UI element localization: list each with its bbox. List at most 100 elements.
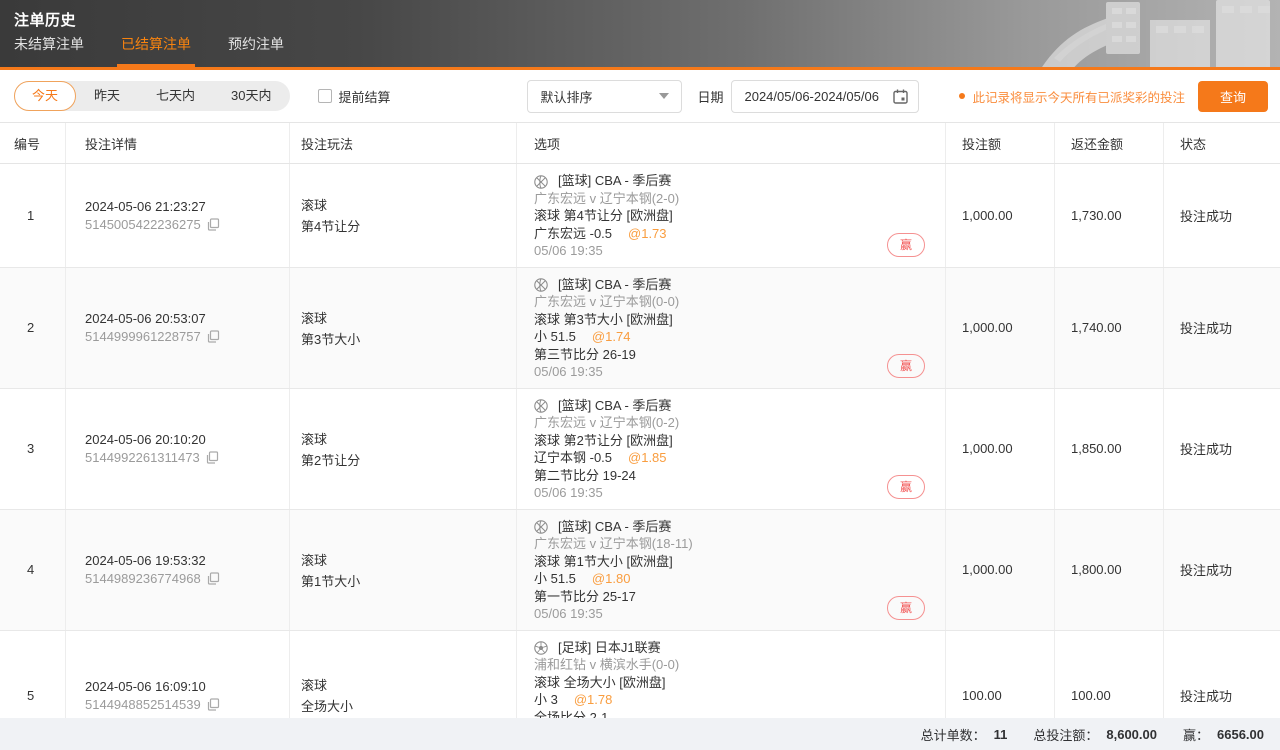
tab-1[interactable]: 已结算注单 [121, 25, 191, 67]
odds-value: @1.78 [574, 691, 613, 709]
league-name: [篮球] CBA - 季后赛 [558, 172, 671, 190]
sort-dropdown-value: 默认排序 [540, 87, 592, 106]
range-pill-1[interactable]: 昨天 [76, 81, 138, 111]
col-header-return: 返还金额 [1055, 123, 1164, 163]
league-name: [篮球] CBA - 季后赛 [558, 518, 671, 536]
soccer-icon [534, 641, 548, 655]
range-pill-3[interactable]: 30天内 [213, 81, 289, 111]
market-name: 滚球 第3节大小 [欧洲盘] [534, 311, 945, 329]
order-id: 5144992261311473 [85, 450, 200, 465]
market-name: 滚球 第1节大小 [欧洲盘] [534, 553, 945, 571]
sort-dropdown[interactable]: 默认排序 [527, 80, 682, 113]
play-type-sub: 第3节大小 [301, 329, 516, 348]
league-name: [足球] 日本J1联赛 [558, 639, 661, 657]
tab-0[interactable]: 未结算注单 [14, 25, 84, 67]
event-time: 05/06 19:35 [534, 242, 945, 260]
odds-value: @1.80 [592, 570, 631, 588]
stake-amount: 1,000.00 [946, 389, 1055, 509]
col-header-play: 投注玩法 [290, 123, 517, 163]
tab-2[interactable]: 预约注单 [228, 25, 284, 67]
filter-bar: 今天昨天七天内30天内 提前结算 默认排序 日期 2024/05/06-2024… [0, 70, 1280, 122]
market-name: 滚球 全场大小 [欧洲盘] [534, 674, 945, 692]
play-type-cell: 滚球 第3节大小 [290, 268, 517, 388]
option-cell: [篮球] CBA - 季后赛 广东宏远 v 辽宁本钢(0-0) 滚球 第3节大小… [517, 268, 946, 388]
play-type-sub: 第2节让分 [301, 450, 516, 469]
status-text: 投注成功 [1164, 164, 1280, 267]
market-name: 滚球 第2节让分 [欧洲盘] [534, 432, 945, 450]
play-type-sub: 全场大小 [301, 696, 516, 715]
query-button[interactable]: 查询 [1198, 81, 1268, 112]
col-header-option: 选项 [517, 123, 946, 163]
play-type-sub: 第1节大小 [301, 571, 516, 590]
notice-text: 此记录将显示今天所有已派奖彩的投注 [972, 87, 1185, 106]
option-cell: [篮球] CBA - 季后赛 广东宏远 v 辽宁本钢(0-2) 滚球 第2节让分… [517, 389, 946, 509]
date-range-pills: 今天昨天七天内30天内 [14, 81, 290, 111]
basketball-icon [534, 175, 548, 189]
league-name: [篮球] CBA - 季后赛 [558, 276, 671, 294]
market-name: 滚球 第4节让分 [欧洲盘] [534, 207, 945, 225]
match-teams: 广东宏远 v 辽宁本钢(0-0) [534, 293, 945, 311]
win-badge: 赢 [887, 354, 925, 378]
selection-name: 小 51.5 [534, 328, 576, 346]
table-row: 3 2024-05-06 20:10:20 5144992261311473 滚… [0, 389, 1280, 510]
return-amount: 1,800.00 [1055, 510, 1164, 630]
date-range-input[interactable]: 2024/05/06-2024/05/06 [731, 80, 919, 113]
early-settle-checkbox[interactable] [318, 89, 332, 103]
selection-name: 辽宁本钢 -0.5 [534, 449, 612, 467]
play-type-main: 滚球 [301, 550, 516, 569]
play-type-main: 滚球 [301, 429, 516, 448]
order-id: 5144999961228757 [85, 329, 201, 344]
score-line: 第三节比分 26-19 [534, 346, 945, 364]
copy-icon[interactable] [207, 698, 220, 711]
total-stake-value: 8,600.00 [1106, 727, 1157, 742]
event-time: 05/06 19:35 [534, 605, 945, 623]
league-name: [篮球] CBA - 季后赛 [558, 397, 671, 415]
table-body: 1 2024-05-06 21:23:27 5145005422236275 滚… [0, 164, 1280, 750]
selection-name: 广东宏远 -0.5 [534, 225, 612, 243]
bet-history-table: 编号 投注详情 投注玩法 选项 投注额 返还金额 状态 1 2024-05-06… [0, 122, 1280, 750]
play-type-cell: 滚球 第2节让分 [290, 389, 517, 509]
option-cell: [篮球] CBA - 季后赛 广东宏远 v 辽宁本钢(18-11) 滚球 第1节… [517, 510, 946, 630]
bet-detail-cell: 2024-05-06 19:53:32 5144989236774968 [66, 510, 290, 630]
bet-time: 2024-05-06 20:10:20 [85, 432, 289, 447]
chevron-down-icon [659, 93, 669, 99]
date-label: 日期 [697, 87, 723, 106]
score-line: 第一节比分 25-17 [534, 588, 945, 606]
event-time: 05/06 19:35 [534, 363, 945, 381]
total-stake-label: 总投注额： [1033, 725, 1098, 744]
bet-detail-cell: 2024-05-06 20:10:20 5144992261311473 [66, 389, 290, 509]
bet-detail-cell: 2024-05-06 21:23:27 5145005422236275 [66, 164, 290, 267]
bet-time: 2024-05-06 16:09:10 [85, 679, 289, 694]
order-id: 5144948852514539 [85, 697, 201, 712]
return-amount: 1,730.00 [1055, 164, 1164, 267]
win-badge: 赢 [887, 475, 925, 499]
match-teams: 浦和红钻 v 横滨水手(0-0) [534, 656, 945, 674]
win-total-value: 6656.00 [1217, 727, 1264, 742]
table-row: 1 2024-05-06 21:23:27 5145005422236275 滚… [0, 164, 1280, 268]
copy-icon[interactable] [207, 218, 220, 231]
order-id: 5145005422236275 [85, 217, 201, 232]
copy-icon[interactable] [207, 330, 220, 343]
row-number: 3 [0, 389, 66, 509]
status-text: 投注成功 [1164, 389, 1280, 509]
notice-text-wrap: 此记录将显示今天所有已派奖彩的投注 [959, 87, 1185, 106]
win-badge: 赢 [887, 233, 925, 257]
copy-icon[interactable] [207, 572, 220, 585]
range-pill-0[interactable]: 今天 [14, 81, 76, 111]
selection-name: 小 3 [534, 691, 558, 709]
date-range-value: 2024/05/06-2024/05/06 [744, 89, 878, 104]
status-text: 投注成功 [1164, 268, 1280, 388]
early-settle-checkbox-wrap[interactable]: 提前结算 [318, 87, 391, 106]
score-line: 第二节比分 19-24 [534, 467, 945, 485]
range-pill-2[interactable]: 七天内 [138, 81, 213, 111]
col-header-detail: 投注详情 [66, 123, 290, 163]
stake-amount: 1,000.00 [946, 164, 1055, 267]
great-wall-watermark [980, 0, 1280, 70]
match-teams: 广东宏远 v 辽宁本钢(0-2) [534, 414, 945, 432]
summary-footer: 总计单数： 11 总投注额： 8,600.00 赢： 6656.00 [0, 718, 1280, 750]
basketball-icon [534, 399, 548, 413]
order-id: 5144989236774968 [85, 571, 201, 586]
calendar-icon [893, 89, 908, 104]
table-row: 4 2024-05-06 19:53:32 5144989236774968 滚… [0, 510, 1280, 631]
copy-icon[interactable] [206, 451, 219, 464]
